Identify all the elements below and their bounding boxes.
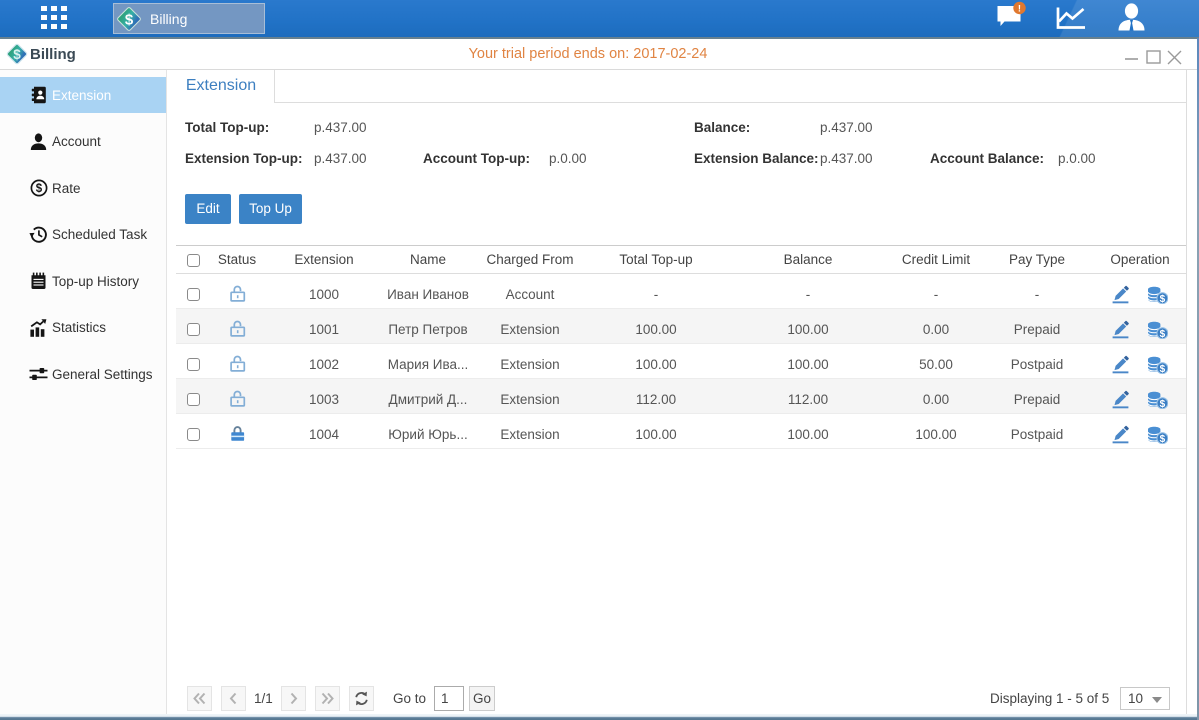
svg-text:$: $ [35, 183, 42, 195]
svg-text:!: ! [1018, 4, 1021, 15]
